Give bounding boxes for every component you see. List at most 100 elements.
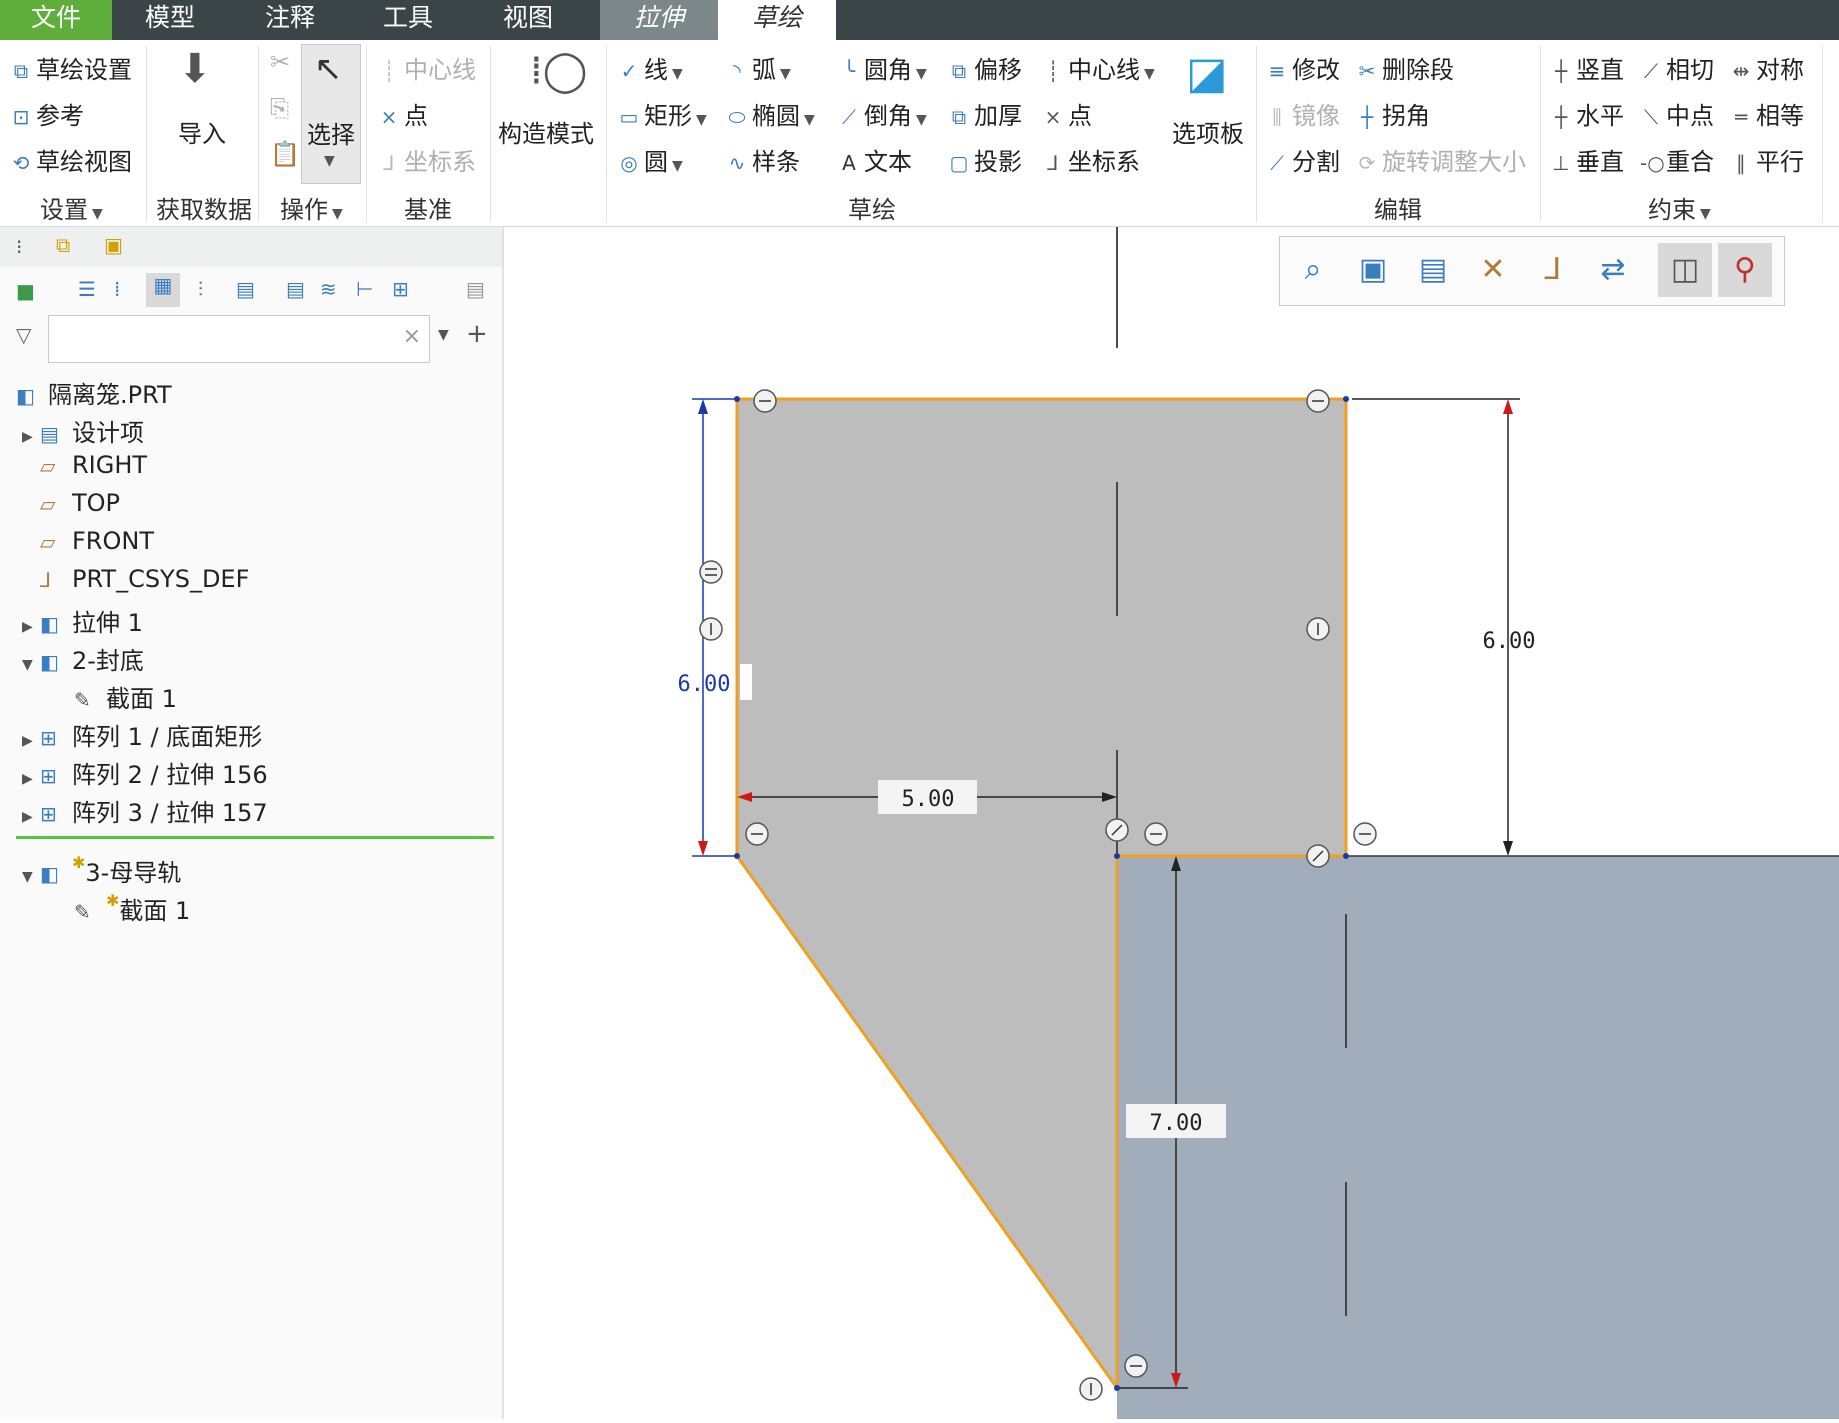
tree-item-top[interactable]: ▱ TOP (40, 489, 120, 517)
folder-tab-icon[interactable]: ▣ (104, 233, 123, 257)
collapse-arrow-icon[interactable]: ▼ (22, 869, 40, 885)
tree-expand-icon[interactable]: ⁞ (114, 277, 120, 301)
sketch-canvas[interactable]: 6.00 6.00 5.00 7.00 (504, 227, 1839, 1419)
tree-item-section-1[interactable]: ✎ 截面 1 (74, 679, 177, 714)
expand-arrow-icon[interactable]: ▶ (22, 619, 40, 635)
tab-model[interactable]: 模型 (118, 0, 222, 40)
tab-tools[interactable]: 工具 (356, 0, 460, 40)
tree-item-pattern-1[interactable]: ▶ ⊞ 阵列 1 / 底面矩形 (22, 717, 262, 752)
thicken-button[interactable]: ⧉ 加厚 (948, 96, 1022, 131)
tree-root[interactable]: ◧ 隔离笼.PRT (16, 375, 172, 410)
sketch-display-icon[interactable]: ◫ (1658, 243, 1712, 297)
palette-button[interactable]: 选项板 (1172, 114, 1244, 149)
offset-button[interactable]: ⧉ 偏移 (948, 50, 1022, 85)
tree-layers-icon[interactable]: ≋ (320, 277, 337, 301)
display-style-icon[interactable]: ▤ (1406, 243, 1460, 297)
sketch-csys-button[interactable]: ⅃ 坐标系 (1042, 142, 1140, 177)
delete-segment-button[interactable]: ✂ 删除段 (1356, 50, 1454, 85)
horizontal-constraint-button[interactable]: ┼ 水平 (1550, 96, 1624, 131)
mirror-button[interactable]: ⫼ 镜像 (1266, 96, 1340, 131)
construction-mode-button[interactable]: 构造模式 (498, 114, 594, 149)
project-button[interactable]: ▢ 投影 (948, 142, 1022, 177)
constraint-display-icon[interactable]: ⚲ (1718, 243, 1772, 297)
fillet-button[interactable]: ╰ 圆角 ▼ (838, 50, 927, 85)
cube-icon[interactable]: ■ (16, 279, 35, 303)
insert-here-marker[interactable] (16, 836, 494, 839)
expand-arrow-icon[interactable]: ▶ (22, 809, 40, 825)
tree-settings-icon[interactable]: ▤ (236, 277, 255, 301)
chamfer-button[interactable]: ⟋ 倒角 ▼ (838, 96, 927, 131)
datum-display-icon[interactable]: ✕ (1466, 243, 1520, 297)
line-button[interactable]: ✓ 线 ▼ (618, 50, 683, 85)
dim-left-height[interactable]: 6.00 (678, 672, 731, 697)
graphics-area[interactable]: 6.00 6.00 5.00 7.00 ⌕ ▣ ▤ ✕ ⅃ ⇄ ◫ ⚲ (504, 227, 1839, 1419)
dim-width[interactable]: 5.00 (902, 787, 955, 812)
sketch-orientation-icon[interactable]: ⇄ (1586, 243, 1640, 297)
select-button[interactable]: ↖ 选择 ▼ (301, 44, 361, 184)
constrain-group-label[interactable]: 约束 ▼ (1648, 190, 1711, 225)
dim-right-height[interactable]: 6.00 (1483, 629, 1536, 654)
tab-file[interactable]: 文件 (0, 0, 112, 40)
datum-centerline-button[interactable]: ┊ 中心线 (378, 50, 476, 85)
tree-item-extrude-1[interactable]: ▶ ◧ 拉伸 1 (22, 603, 143, 638)
sketch-view-button[interactable]: ⟲ 草绘视图 (10, 142, 132, 177)
tab-sketch[interactable]: 草绘 (718, 0, 836, 40)
add-icon[interactable]: + (466, 319, 488, 349)
csys-display-icon[interactable]: ⅃ (1526, 243, 1580, 297)
tree-hierarchy-icon[interactable]: ⊢ (356, 277, 373, 301)
point-button[interactable]: × 点 (1042, 96, 1092, 131)
zoom-icon[interactable]: ⌕ (1286, 243, 1340, 297)
tree-item-right[interactable]: ▱ RIGHT (40, 451, 147, 479)
tree-item-design-items[interactable]: ▶ ▤ 设计项 (22, 413, 144, 448)
coincident-constraint-button[interactable]: -○重合 (1640, 142, 1714, 177)
copy-icon[interactable]: ⎘ (270, 94, 289, 122)
chevron-down-icon[interactable]: ▼ (438, 327, 449, 343)
tree-item-front[interactable]: ▱ FRONT (40, 527, 154, 555)
datum-point-button[interactable]: × 点 (378, 96, 428, 131)
cut-icon[interactable]: ✂ (270, 48, 290, 76)
collapse-arrow-icon[interactable]: ▼ (22, 657, 40, 673)
rectangle-button[interactable]: ▭ 矩形 ▼ (618, 96, 707, 131)
view-orientation-icon[interactable]: ▣ (1346, 243, 1400, 297)
modify-button[interactable]: ≡ 修改 (1266, 50, 1340, 85)
spline-button[interactable]: ∿ 样条 (726, 142, 800, 177)
model-tree-tab-icon[interactable]: ⁝ (16, 235, 22, 259)
tree-list-icon[interactable]: ☰ (78, 277, 96, 301)
tab-annotate[interactable]: 注释 (238, 0, 342, 40)
equal-constraint-button[interactable]: ═ 相等 (1730, 96, 1804, 131)
layers-tab-icon[interactable]: ⧉ (56, 233, 70, 257)
tangent-constraint-button[interactable]: ⟋ 相切 (1640, 50, 1714, 85)
tree-item-bottom-seal[interactable]: ▼ ◧ 2-封底 (22, 641, 144, 676)
tree-item-section-1-new[interactable]: ✎ ✱截面 1 (74, 891, 190, 926)
clear-icon[interactable]: × (403, 324, 421, 349)
midpoint-constraint-button[interactable]: ⟍ 中点 (1640, 96, 1714, 131)
dim-lower-height[interactable]: 7.00 (1150, 1111, 1203, 1136)
references-button[interactable]: ⊡ 参考 (10, 96, 84, 131)
tree-structure-icon[interactable]: ⊞ (392, 277, 409, 301)
circle-button[interactable]: ◎ 圆 ▼ (618, 142, 683, 177)
corner-button[interactable]: ┼ 拐角 (1356, 96, 1430, 131)
tree-notes-icon[interactable]: ▤ (466, 277, 485, 301)
centerline-button[interactable]: ┊ 中心线 ▼ (1042, 50, 1155, 85)
tree-item-pattern-3[interactable]: ▶ ⊞ 阵列 3 / 拉伸 157 (22, 793, 268, 828)
expand-arrow-icon[interactable]: ▶ (22, 733, 40, 749)
ellipse-button[interactable]: ⬭ 椭圆 ▼ (726, 96, 814, 131)
tree-item-csys[interactable]: ⅃ PRT_CSYS_DEF (40, 565, 249, 593)
expand-arrow-icon[interactable]: ▶ (22, 429, 40, 445)
tree-search-input[interactable]: × (48, 315, 430, 363)
tree-item-pattern-2[interactable]: ▶ ⊞ 阵列 2 / 拉伸 156 (22, 755, 268, 790)
tab-extrude[interactable]: 拉伸 (600, 0, 718, 40)
settings-group-label[interactable]: 设置 ▼ (40, 190, 103, 225)
operations-group-label[interactable]: 操作 ▼ (280, 190, 343, 225)
tree-filter-icon[interactable]: ⫶ (198, 277, 203, 301)
tree-columns-icon[interactable]: ▦ (146, 273, 180, 307)
text-button[interactable]: A 文本 (838, 142, 912, 177)
sketch-setup-button[interactable]: ⧉ 草绘设置 (10, 50, 132, 85)
arc-button[interactable]: ◝ 弧 ▼ (726, 50, 791, 85)
symmetric-constraint-button[interactable]: ⇹ 对称 (1730, 50, 1804, 85)
paste-icon[interactable]: 📋 (270, 140, 300, 168)
parallel-constraint-button[interactable]: ∥ 平行 (1730, 142, 1804, 177)
tree-item-mother-rail[interactable]: ▼ ◧ ✱3-母导轨 (22, 853, 181, 888)
import-button[interactable]: 导入 (178, 114, 226, 149)
divide-button[interactable]: ⟋ 分割 (1266, 142, 1340, 177)
